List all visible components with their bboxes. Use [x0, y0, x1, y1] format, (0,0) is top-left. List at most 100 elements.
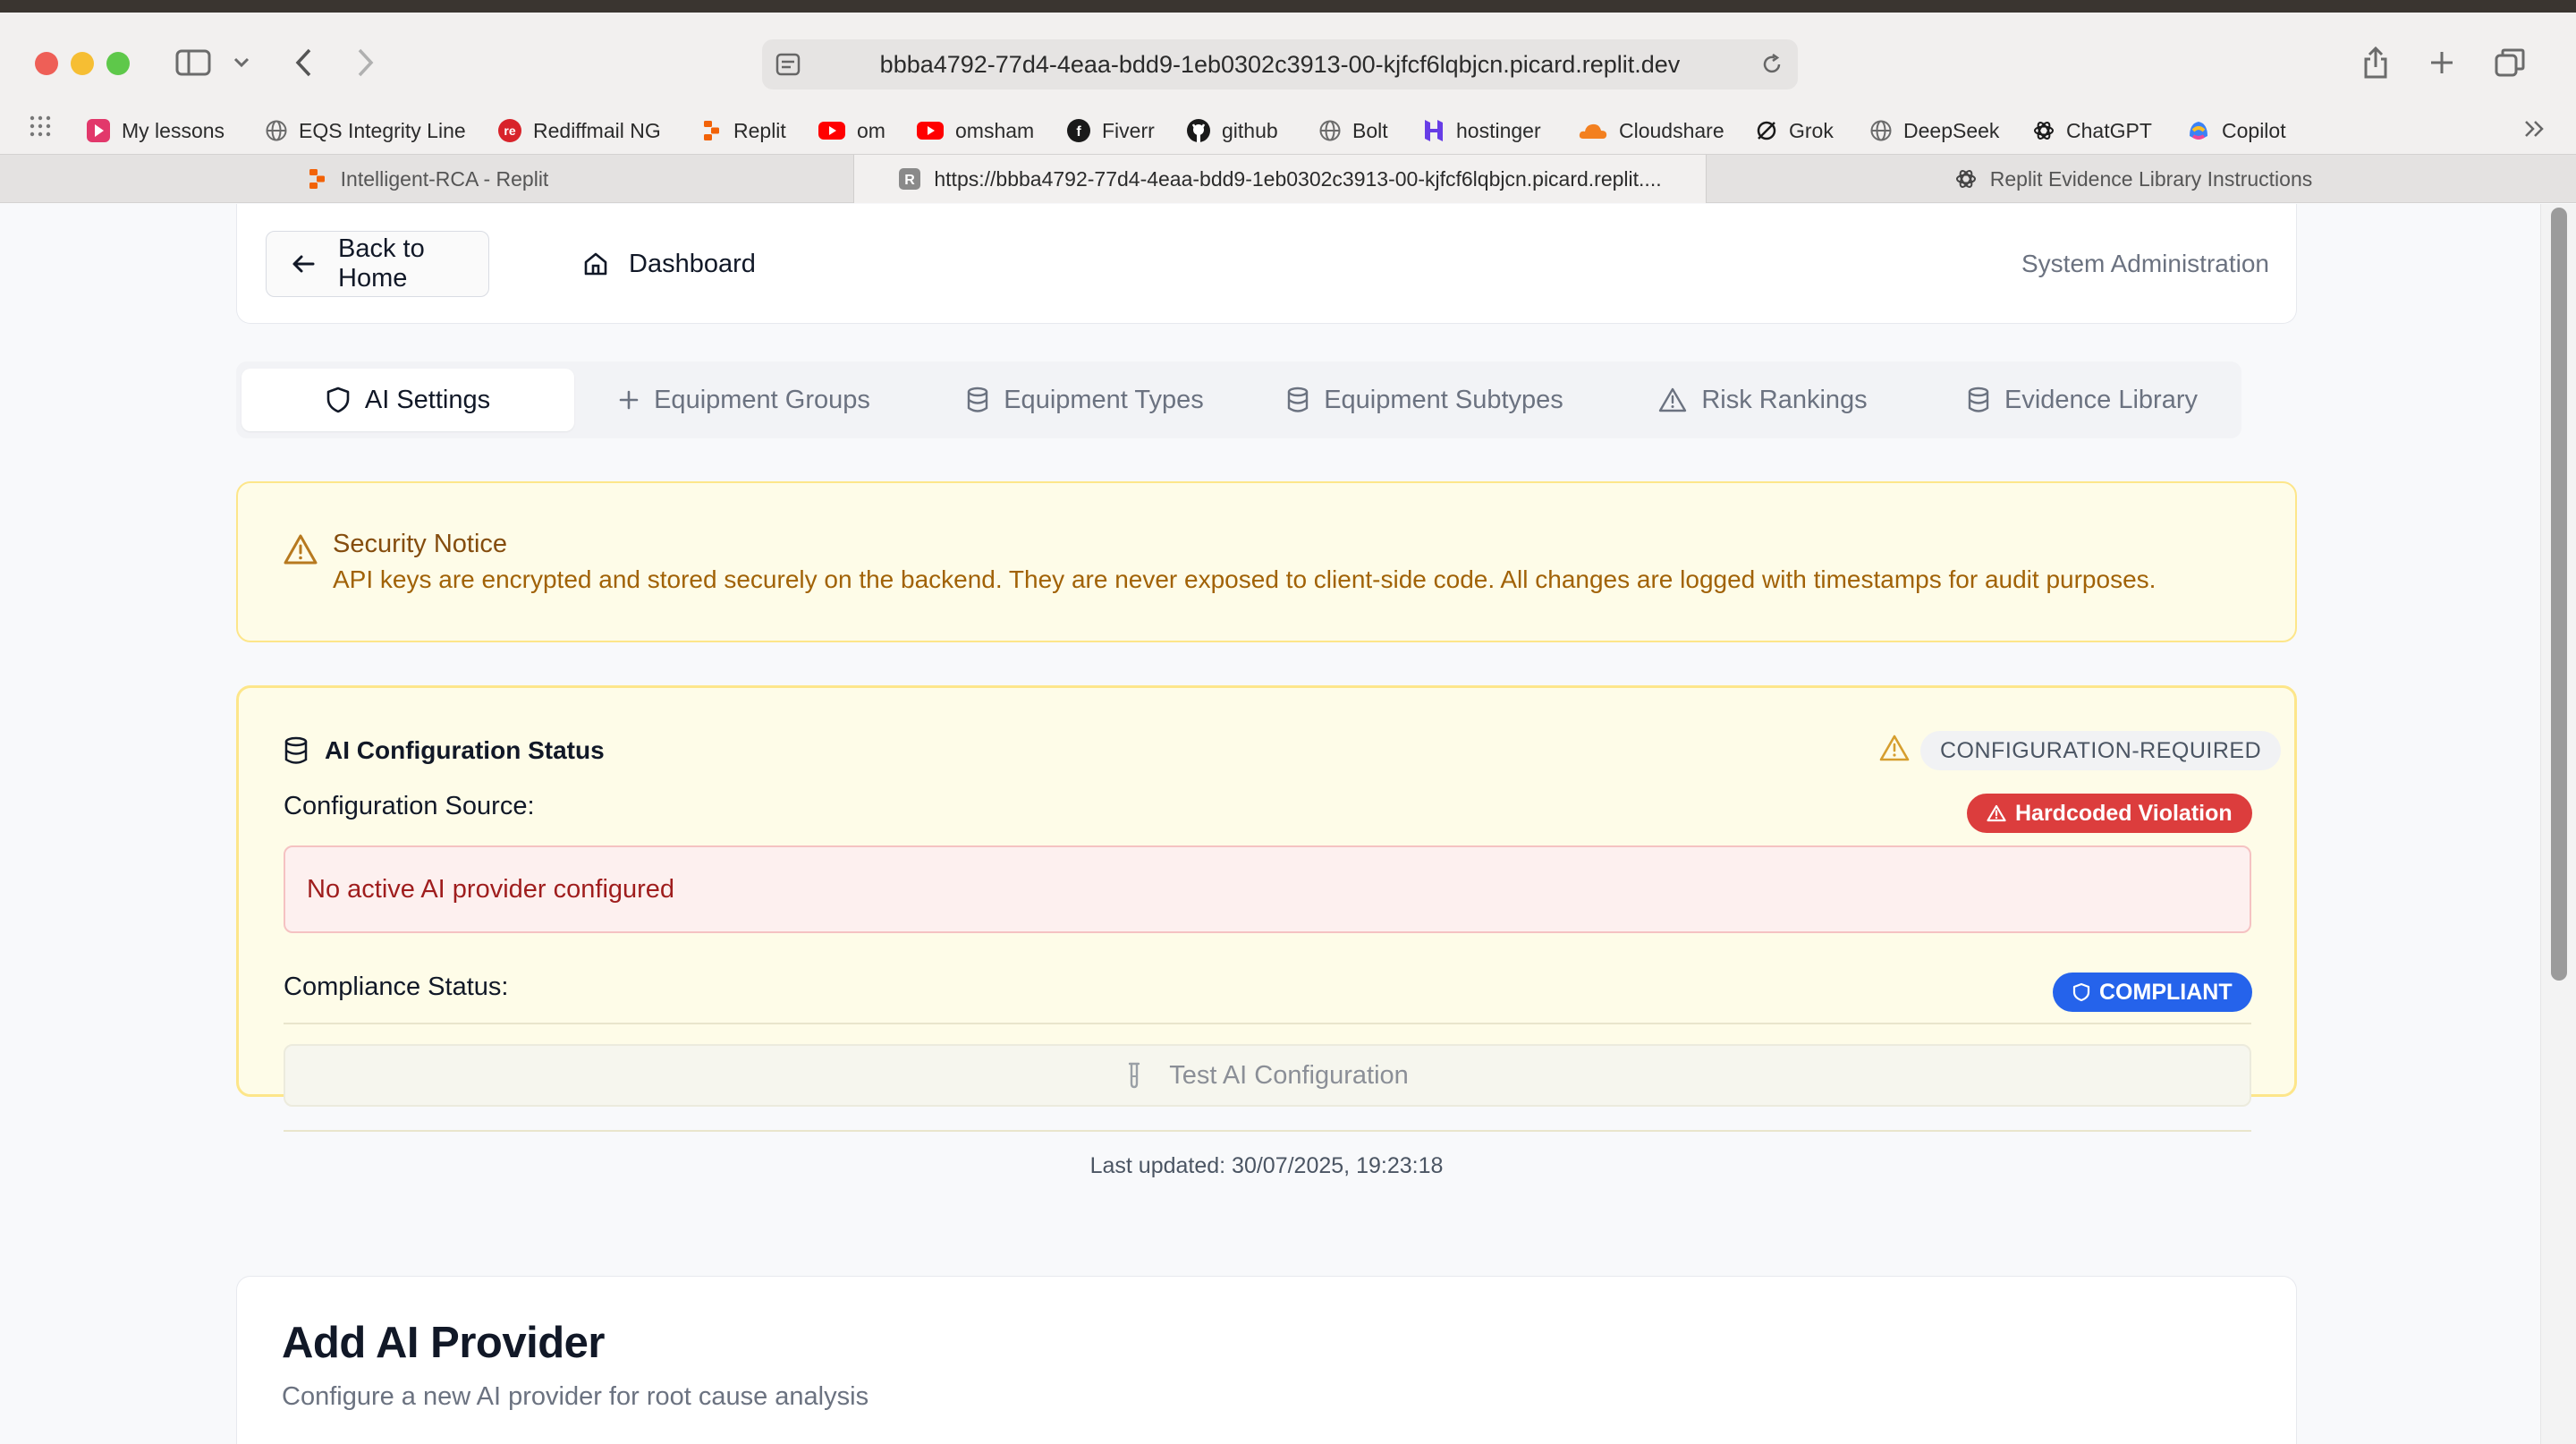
address-bar[interactable]: bbba4792-77d4-4eaa-bdd9-1eb0302c3913-00-…: [762, 39, 1798, 89]
bookmark-replit[interactable]: Replit: [699, 106, 786, 156]
divider: [284, 1023, 2251, 1024]
chatgpt-icon: [2032, 119, 2055, 142]
svg-text:R: R: [905, 173, 916, 188]
bookmark-copilot[interactable]: Copilot: [2186, 106, 2286, 156]
replit-icon: [699, 119, 723, 142]
url-text: bbba4792-77d4-4eaa-bdd9-1eb0302c3913-00-…: [879, 50, 1681, 78]
back-arrow-icon[interactable]: [288, 45, 320, 81]
page-scrollbar[interactable]: [2540, 204, 2576, 1444]
tab-overview-icon[interactable]: [2492, 47, 2528, 79]
bookmark-github[interactable]: github: [1186, 106, 1278, 156]
bookmark-grok[interactable]: Grok: [1755, 106, 1834, 156]
new-tab-plus-icon[interactable]: [2426, 47, 2458, 79]
bookmark-label: Replit: [733, 118, 786, 142]
bookmark-deepseek[interactable]: DeepSeek: [1869, 106, 1999, 156]
security-notice-title: Security Notice: [333, 530, 508, 558]
configuration-source-label: Configuration Source:: [284, 792, 535, 820]
tab-label: AI Settings: [364, 385, 491, 414]
forward-arrow-icon[interactable]: [349, 45, 381, 81]
hardcoded-violation-label: Hardcoded Violation: [2015, 800, 2233, 826]
shield-icon: [2072, 982, 2090, 1002]
apps-grid-icon[interactable]: [29, 115, 52, 138]
minimize-window-button[interactable]: [71, 52, 94, 75]
alert-triangle-icon: [1987, 804, 2006, 822]
bookmark-hostinger[interactable]: hostinger: [1422, 106, 1541, 156]
ai-config-title: AI Configuration Status: [325, 736, 605, 764]
page-settings-icon[interactable]: [775, 52, 801, 77]
scrollbar-thumb[interactable]: [2551, 208, 2567, 981]
config-warning-icon: [1879, 735, 1910, 761]
ai-config-header: AI Configuration Status: [284, 736, 605, 765]
last-updated-timestamp: Last updated: 30/07/2025, 19:23:18: [1089, 1153, 1444, 1178]
youtube-icon: [818, 120, 846, 141]
test-ai-configuration-button[interactable]: Test AI Configuration: [284, 1044, 2251, 1107]
tab-equipment-types[interactable]: Equipment Types: [919, 369, 1250, 431]
browser-tab-label: Replit Evidence Library Instructions: [1989, 166, 2313, 191]
tab-label: Risk Rankings: [1701, 385, 1868, 414]
bookmark-bolt[interactable]: Bolt: [1318, 106, 1388, 156]
tab-label: Equipment Groups: [654, 385, 870, 414]
bookmark-my-lessons[interactable]: My lessons: [86, 106, 225, 156]
back-to-home-button[interactable]: Back to Home: [266, 231, 489, 297]
macos-menubar: [0, 0, 2576, 13]
bookmark-label: Grok: [1789, 118, 1834, 142]
top-navigation: Back to Home Dashboard System Administra…: [236, 204, 2297, 324]
hardcoded-violation-badge: Hardcoded Violation: [1967, 794, 2252, 833]
bookmark-eqs-integrity-line[interactable]: EQS Integrity Line: [265, 106, 466, 156]
browser-tab-2[interactable]: Rhttps://bbba4792-77d4-4eaa-bdd9-1eb0302…: [853, 155, 1707, 203]
globe-icon: [1869, 119, 1893, 142]
warning-icon: [1658, 387, 1687, 412]
bookmark-om[interactable]: om: [818, 106, 886, 156]
plus-icon: [618, 389, 640, 411]
youtube-icon: [916, 120, 945, 141]
compliant-label: COMPLIANT: [2099, 979, 2233, 1005]
tab-risk-rankings[interactable]: Risk Rankings: [1603, 369, 1923, 431]
test-ai-configuration-label: Test AI Configuration: [1169, 1060, 1409, 1090]
tab-equipment-subtypes[interactable]: Equipment Subtypes: [1252, 369, 1597, 431]
tab-equipment-groups[interactable]: Equipment Groups: [574, 369, 914, 431]
bookmark-label: Bolt: [1352, 118, 1388, 142]
bookmark-label: github: [1222, 118, 1278, 142]
hostinger-icon: [1422, 118, 1445, 143]
add-ai-provider-title: Add AI Provider: [282, 1319, 605, 1367]
security-notice: Security Notice API keys are encrypted a…: [236, 481, 2297, 642]
bookmark-label: DeepSeek: [1903, 118, 2000, 142]
svg-text:re: re: [504, 123, 515, 138]
compliant-badge: COMPLIANT: [2053, 973, 2252, 1012]
bookmark-fiverr[interactable]: f Fiverr: [1066, 106, 1155, 156]
database-icon: [284, 736, 309, 765]
tab-label: Equipment Types: [1004, 385, 1204, 414]
dashboard-label: Dashboard: [629, 249, 756, 278]
bookmark-omsham[interactable]: omsham: [916, 106, 1034, 156]
back-to-home-label: Back to Home: [338, 234, 425, 293]
bookmark-chatgpt[interactable]: ChatGPT: [2032, 106, 2152, 156]
sidebar-toggle-icon[interactable]: [174, 47, 213, 79]
add-ai-provider-card: Add AI Provider Configure a new AI provi…: [236, 1276, 2297, 1444]
bookmark-cloudshare[interactable]: Cloudshare: [1578, 106, 1724, 156]
play-icon: [86, 118, 111, 143]
cloud-icon: [1578, 121, 1608, 140]
bookmark-rediffmail-ng[interactable]: re Rediffmail NG: [497, 106, 661, 156]
share-icon[interactable]: [2360, 45, 2392, 81]
globe-icon: [265, 119, 288, 142]
admin-tab-list: AI Settings Equipment Groups Equipment Typ…: [236, 361, 2241, 438]
more-bookmarks-chevron-icon[interactable]: [2519, 113, 2551, 145]
dashboard-link[interactable]: Dashboard: [582, 231, 756, 297]
browser-tab-1[interactable]: Intelligent-RCA - Replit: [0, 155, 853, 203]
bookmark-label: om: [857, 118, 886, 142]
browser-tab-label: https://bbba4792-77d4-4eaa-bdd9-1eb0302c…: [934, 166, 1662, 191]
ai-configuration-status-card: AI Configuration Status CONFIGURATION-RE…: [236, 685, 2297, 1178]
arrow-left-icon: [292, 254, 315, 274]
home-icon: [582, 251, 609, 277]
zoom-window-button[interactable]: [106, 52, 130, 75]
chatgpt-icon: [1954, 167, 1978, 191]
bookmark-label: My lessons: [122, 118, 225, 142]
compliance-status-label: Compliance Status:: [284, 973, 509, 1001]
tab-ai-settings[interactable]: AI Settings: [242, 369, 574, 431]
reload-icon[interactable]: [1758, 52, 1785, 77]
close-window-button[interactable]: [35, 52, 58, 75]
tab-evidence-library[interactable]: Evidence Library: [1928, 369, 2236, 431]
database-icon: [1286, 386, 1309, 413]
browser-tab-3[interactable]: Replit Evidence Library Instructions: [1707, 155, 2560, 203]
chevron-down-icon[interactable]: [231, 52, 252, 73]
